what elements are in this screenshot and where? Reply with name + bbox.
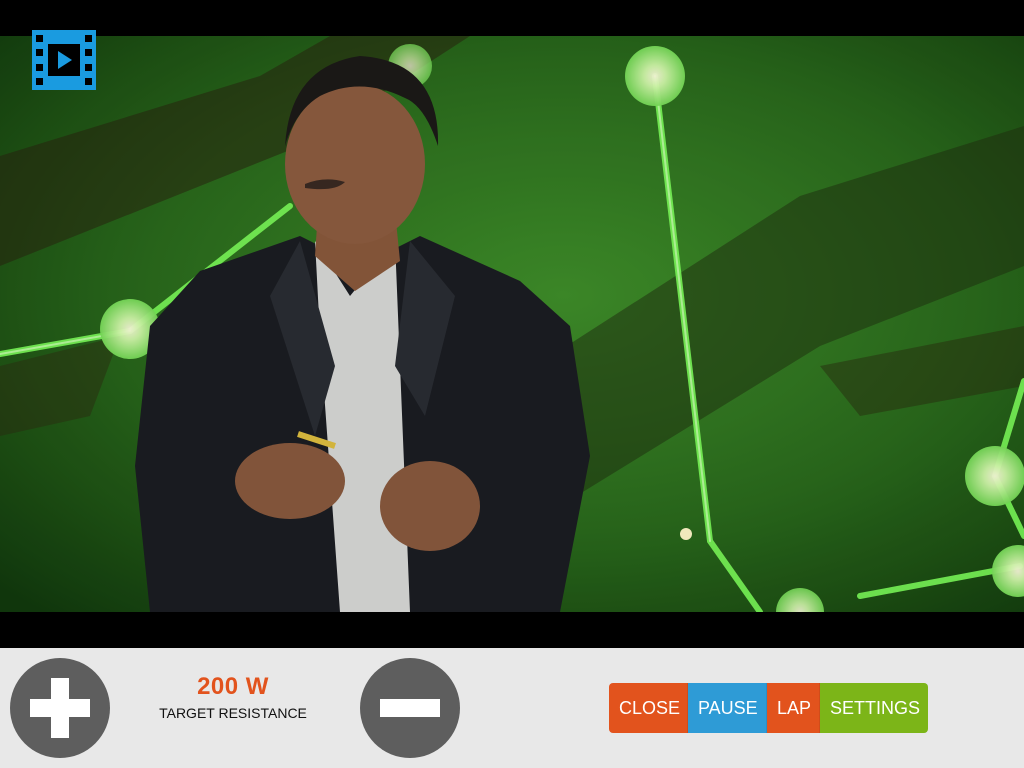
increase-resistance-button[interactable] (10, 658, 110, 758)
film-play-icon[interactable] (32, 30, 96, 90)
action-button-group: CLOSE PAUSE LAP SETTINGS (609, 683, 928, 733)
target-resistance-display: 200 W TARGET RESISTANCE (140, 672, 326, 722)
plus-icon-vertical (51, 678, 69, 738)
target-resistance-value: 200 W (197, 673, 269, 700)
target-resistance-label: TARGET RESISTANCE (159, 705, 307, 721)
video-frame (0, 36, 1024, 612)
minus-icon (380, 699, 440, 717)
control-bar: 200 W TARGET RESISTANCE CLOSE PAUSE LAP … (0, 648, 1024, 768)
settings-button[interactable]: SETTINGS (820, 683, 928, 733)
decrease-resistance-button[interactable] (360, 658, 460, 758)
video-player[interactable] (0, 36, 1024, 612)
close-button[interactable]: CLOSE (609, 683, 688, 733)
app-screen: 200 W TARGET RESISTANCE CLOSE PAUSE LAP … (0, 0, 1024, 768)
pause-button[interactable]: PAUSE (688, 683, 767, 733)
lap-button[interactable]: LAP (767, 683, 820, 733)
